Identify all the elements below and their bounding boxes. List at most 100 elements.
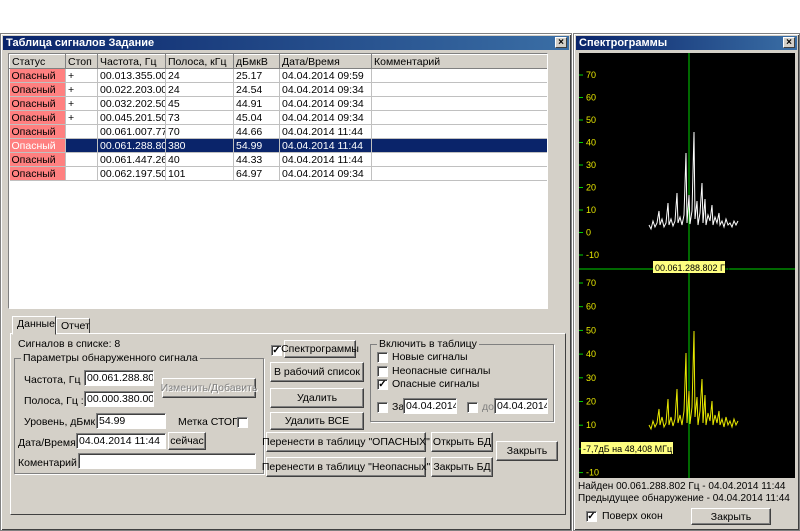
axis-tick-label: 70 [586,278,596,288]
cell-comment [371,110,547,125]
axis-tick-label: 10 [586,205,596,215]
cell-freq: 00.061.288.802 [97,138,166,153]
table-row[interactable]: Опасный+00.022.203.0002424.5404.04.2014 … [9,82,547,97]
cell-freq: 00.061.447.266 [97,152,166,167]
datetime-input[interactable]: 04.04.2014 11:44 [76,433,166,449]
spec-close-window-button[interactable]: × [783,37,795,48]
band-input[interactable]: 00.000.380.000 [84,391,154,407]
spectrum-display[interactable]: 70 60 50 40 30 20 10 0 -10 70 60 50 40 30 20 10 0 -10 00… [579,53,795,478]
move-dangerous-button[interactable]: Перенести в таблицу "ОПАСНЫХ" [262,432,430,452]
spec-close-button[interactable]: Закрыть [691,508,771,525]
delete-button[interactable]: Удалить [270,388,364,408]
axis-tick-label: 30 [586,373,596,383]
prev-line: Предыдущее обнаружение - 04.04.2014 11:4… [578,493,790,504]
from-date-checkbox[interactable] [377,402,388,413]
cell-comment [371,166,547,181]
close-button[interactable]: Закрыть [496,441,558,461]
include-group-title: Включить в таблицу [377,338,479,350]
comment-input[interactable] [78,453,256,469]
delete-all-button[interactable]: Удалить ВСЕ [270,412,364,430]
to-worklist-button[interactable]: В рабочий список [270,362,364,382]
freq-input[interactable]: 00.061.288.802 [84,370,154,386]
dangerous-signals-label: Опасные сигналы [392,378,480,390]
column-header[interactable]: Статус [9,54,66,69]
datetime-label: Дата/Время : [18,437,82,449]
axis-tick-label: 70 [586,70,596,80]
cell-comment [371,138,547,153]
on-top-checkbox[interactable]: ✓ [586,511,597,522]
stop-mark-checkbox[interactable] [237,417,248,428]
open-db-button[interactable]: Открыть БД [431,432,493,452]
cell-freq: 00.013.355.000 [97,68,166,83]
close-db-button[interactable]: Закрыть БД [431,457,493,477]
close-window-button[interactable]: × [555,37,567,48]
dangerous-signals-checkbox[interactable]: ✓ [377,379,388,390]
new-signals-checkbox[interactable] [377,352,388,363]
empty-row [10,293,548,307]
change-add-button[interactable]: Изменить/Добавить [161,378,257,398]
column-header[interactable]: дБмкВ [233,54,280,69]
axis-tick-label: 50 [586,115,596,125]
to-date-checkbox[interactable] [467,402,478,413]
cell-dt: 04.04.2014 09:34 [279,166,372,181]
empty-row [10,251,548,265]
cell-comment [371,152,547,167]
cell-dt: 04.04.2014 11:44 [279,152,372,167]
empty-row [10,209,548,223]
cell-band: 24 [165,82,234,97]
now-button[interactable]: сейчас [168,432,206,450]
top-axis-ticks: 70 60 50 40 30 20 10 0 -10 [579,70,599,260]
safe-signals-label: Неопасные сигналы [392,365,491,377]
signals-table[interactable]: Статус Стоп Частота, Гц Полоса, кГц дБмкВ Дат… [8,53,548,309]
cell-db: 44.33 [233,152,280,167]
table-row[interactable]: Опасный 00.061.007.7787044.6604.04.2014 1… [9,124,547,139]
from-date-input[interactable]: 04.04.2014 [403,398,457,414]
table-row[interactable]: Опасный+00.045.201.5007345.0404.04.2014 … [9,110,547,125]
table-row[interactable]: Опасный 00.061.288.80238054.9904.04.2014 … [9,138,547,153]
spectrum-trace-bottom [648,330,739,431]
comment-label: Коментарий : [18,457,83,469]
column-header[interactable]: Стоп [65,54,98,69]
level-input[interactable]: 54.99 [96,413,166,429]
signals-grid: Статус Стоп Частота, Гц Полоса, кГц дБмкВ Дат… [9,54,548,307]
safe-signals-checkbox[interactable] [377,366,388,377]
cell-band: 70 [165,124,234,139]
cell-comment [371,96,547,111]
to-date-input[interactable]: 04.04.2014 [494,398,548,414]
cell-stop [65,166,98,181]
table-header: Статус Стоп Частота, Гц Полоса, кГц дБмкВ Дат… [9,54,547,69]
spec-title-bar: Спектрограммы × [576,36,797,50]
tab-data[interactable]: Данные [12,316,56,335]
table-row[interactable]: Опасный 00.062.197.50010164.9704.04.2014 … [9,166,547,181]
cell-dt: 04.04.2014 09:59 [279,68,372,83]
cell-comment [371,82,547,97]
table-row[interactable]: Опасный+00.032.202.5004544.9104.04.2014 … [9,96,547,111]
cell-band: 24 [165,68,234,83]
cell-stop: + [65,110,98,125]
axis-tick-label: -10 [586,468,599,478]
empty-row [10,181,548,195]
empty-row [10,237,548,251]
axis-tick-label: 20 [586,183,596,193]
cell-freq: 00.032.202.500 [97,96,166,111]
column-header[interactable]: Дата/Время [279,54,372,69]
axis-tick-label: 60 [586,93,596,103]
cell-dt: 04.04.2014 09:34 [279,82,372,97]
empty-row [10,195,548,209]
column-header[interactable]: Полоса, кГц [165,54,234,69]
cell-db: 64.97 [233,166,280,181]
table-row[interactable]: Опасный+00.013.355.0002425.1704.04.2014 … [9,68,547,83]
axis-tick-label: 20 [586,397,596,407]
cell-status: Опасный [9,96,66,111]
cell-status: Опасный [9,82,66,97]
column-header[interactable]: Комментарий [371,54,547,69]
column-header[interactable]: Частота, Гц [97,54,166,69]
cell-stop [65,152,98,167]
table-row[interactable]: Опасный 00.061.447.2664044.3304.04.2014 1… [9,152,547,167]
cell-stop [65,138,98,153]
spectrograms-toggle-button[interactable]: Спектрограммы [281,340,359,358]
empty-row [10,265,548,279]
move-safe-button[interactable]: Перенести в таблицу "Неопасных" [262,457,430,477]
tab-report[interactable]: Отчет [56,318,90,334]
window-title: Таблица сигналов Задание [6,37,155,49]
